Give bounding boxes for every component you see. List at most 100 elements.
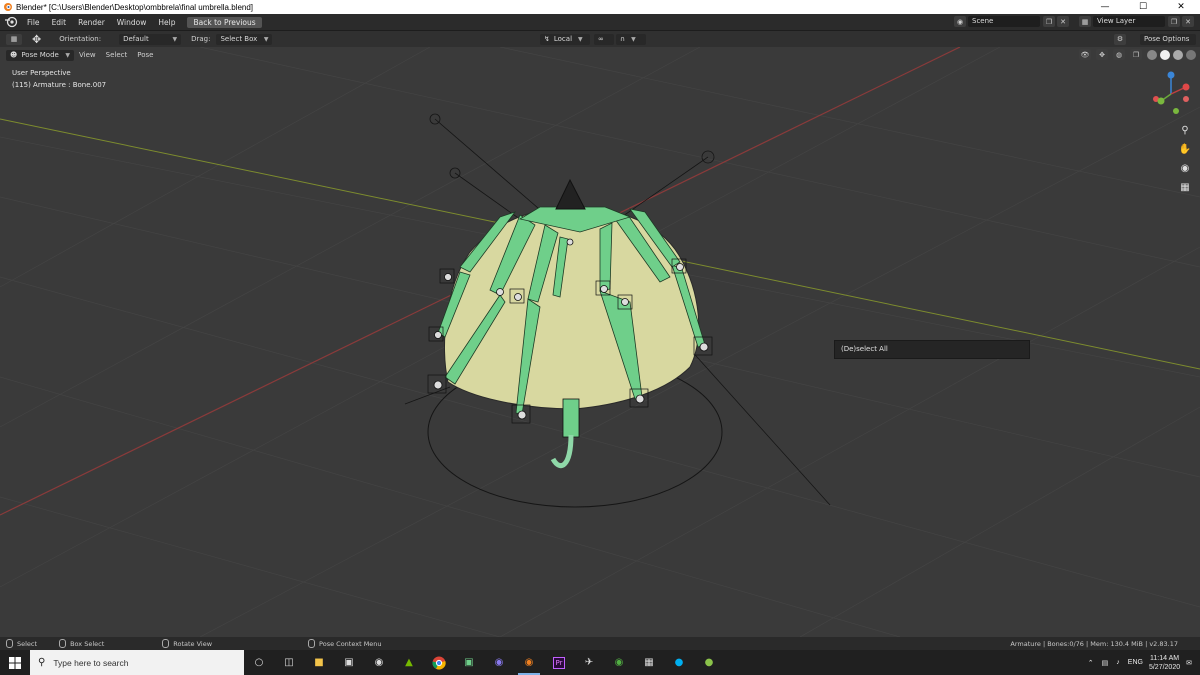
blender-logo-icon[interactable] <box>4 16 18 28</box>
volume-icon[interactable]: ♪ <box>1116 659 1120 666</box>
overlay-icon[interactable]: ◍ <box>1113 49 1125 60</box>
notification-icon[interactable]: ✉ <box>1186 659 1192 667</box>
menu-window[interactable]: Window <box>111 18 153 27</box>
new-view-layer-icon[interactable]: ❐ <box>1168 16 1180 27</box>
solid-shading-icon[interactable] <box>1160 49 1170 60</box>
taskbar-search-box[interactable]: ⚲ Type here to search <box>30 650 244 675</box>
proportional-dropdown[interactable]: ∩ ▼ <box>616 33 646 45</box>
orientation-value: Default <box>123 34 149 43</box>
app-icon[interactable]: ▣ <box>454 650 484 675</box>
editor-type-icon[interactable]: ▦ <box>6 33 22 45</box>
blender-icon[interactable]: ◉ <box>514 650 544 675</box>
mouse-middle-icon <box>162 639 170 648</box>
app-icon-2[interactable]: ◉ <box>484 650 514 675</box>
skype-icon[interactable]: ● <box>664 650 694 675</box>
chrome-icon[interactable] <box>424 650 454 675</box>
gizmo-icon[interactable]: ✥ <box>1096 49 1108 60</box>
blender-app-icon <box>4 3 12 11</box>
chevron-up-icon[interactable]: ⌃ <box>1088 659 1094 667</box>
close-icon[interactable]: ✕ <box>1162 0 1200 14</box>
new-scene-icon[interactable]: ❐ <box>1043 16 1055 27</box>
pivot-icon: ↯ <box>544 34 550 43</box>
menu-view[interactable]: View <box>79 51 96 59</box>
umbrella-tip <box>555 178 586 210</box>
drag-value: Select Box <box>220 34 258 43</box>
mouse-left-icon <box>6 639 13 648</box>
nvidia-icon[interactable]: ▲ <box>394 650 424 675</box>
status-bar: Select Box Select Rotate View Pose Conte… <box>0 637 1200 650</box>
view-layer-field[interactable]: View Layer <box>1093 16 1165 27</box>
status-item-select: Select <box>6 639 37 648</box>
visibility-icon[interactable]: 👁 <box>1079 49 1091 60</box>
task-view-icon[interactable]: ◫ <box>274 650 304 675</box>
calculator-icon[interactable]: ▦ <box>634 650 664 675</box>
active-object-label: (115) Armature : Bone.007 <box>12 81 107 89</box>
start-button[interactable] <box>0 650 30 675</box>
orientation-dropdown[interactable]: Default ▼ <box>119 33 182 45</box>
top-menu-bar: File Edit Render Window Help Back to Pre… <box>0 14 1200 30</box>
menu-pose[interactable]: Pose <box>137 51 153 59</box>
chevron-down-icon: ▼ <box>263 35 269 43</box>
premiere-icon[interactable]: Pr <box>544 650 574 675</box>
material-shading-icon[interactable] <box>1173 49 1183 60</box>
status-label: Pose Context Menu <box>319 639 382 648</box>
pose-options-label: Pose Options <box>1144 34 1190 43</box>
drag-label: Drag: <box>191 35 211 43</box>
menu-select[interactable]: Select <box>106 51 128 59</box>
scene-stats: Armature | Bones:0/76 | Mem: 130.4 MiB |… <box>1010 639 1178 648</box>
mode-value: Pose Mode <box>21 50 59 59</box>
pan-hand-icon[interactable]: ✋ <box>1178 142 1192 156</box>
xbox-icon[interactable]: ◉ <box>604 650 634 675</box>
pose-options-dropdown[interactable]: Pose Options <box>1140 33 1196 45</box>
maximize-icon[interactable]: ☐ <box>1124 0 1162 14</box>
status-item-context: Pose Context Menu <box>308 639 382 648</box>
view-layer-icon[interactable]: ▦ <box>1079 16 1091 27</box>
mode-bar: ☻ Pose Mode ▼ View Select Pose <box>0 47 1200 63</box>
deselect-all-popup[interactable]: (De)select All <box>834 340 1030 359</box>
window-title: Blender* [C:\Users\Blender\Desktop\ombbr… <box>16 2 254 12</box>
grid-view-icon[interactable]: ▦ <box>1178 180 1192 194</box>
search-icon: ⚲ <box>38 657 46 668</box>
menu-render[interactable]: Render <box>72 18 111 27</box>
language-indicator[interactable]: ENG <box>1128 659 1143 666</box>
snap-icon: ∞ <box>598 34 604 43</box>
menu-file[interactable]: File <box>21 18 46 27</box>
windows-taskbar: ⚲ Type here to search ○ ◫ ■ ▣ ◉ ▲ ▣ ◉ ◉ … <box>0 650 1200 675</box>
chevron-down-icon: ▼ <box>172 35 178 43</box>
shading-bar: 👁 ✥ ◍ ❐ <box>1079 49 1196 60</box>
scene-field[interactable]: Scene <box>968 16 1040 27</box>
app-icon-3[interactable]: ● <box>694 650 724 675</box>
cortana-icon[interactable]: ○ <box>244 650 274 675</box>
wireframe-shading-icon[interactable] <box>1147 49 1157 60</box>
transform-gizmo-icon[interactable]: ✥ <box>32 33 41 46</box>
clock-time: 11:14 AM <box>1150 654 1180 662</box>
transform-pivot-dropdown[interactable]: ↯ Local ▼ <box>540 33 590 45</box>
navigation-gizmo[interactable] <box>1146 69 1196 119</box>
tool-settings-icon[interactable]: ⚙ <box>1114 33 1126 45</box>
3d-viewport[interactable]: ☻ Pose Mode ▼ View Select Pose 👁 ✥ ◍ ❐ Use… <box>0 47 1200 637</box>
file-explorer-icon[interactable]: ■ <box>304 650 334 675</box>
navigation-tools: ⚲ ✋ ◉ ▦ <box>1178 123 1192 194</box>
network-icon[interactable]: ▤ <box>1102 659 1109 667</box>
drag-dropdown[interactable]: Select Box ▼ <box>216 33 273 45</box>
store-icon[interactable]: ▣ <box>334 650 364 675</box>
clock[interactable]: 11:14 AM 5/27/2020 <box>1149 654 1180 672</box>
snap-dropdown[interactable]: ∞ <box>594 33 614 45</box>
back-to-previous-button[interactable]: Back to Previous <box>187 16 262 28</box>
game-icon[interactable]: ✈ <box>574 650 604 675</box>
delete-scene-icon[interactable]: ✕ <box>1057 16 1069 27</box>
menu-edit[interactable]: Edit <box>46 18 73 27</box>
zoom-icon[interactable]: ⚲ <box>1178 123 1192 137</box>
xray-icon[interactable]: ❐ <box>1130 49 1142 60</box>
camera-icon[interactable]: ◉ <box>1178 161 1192 175</box>
steam-icon[interactable]: ◉ <box>364 650 394 675</box>
chevron-down-icon: ▼ <box>631 35 636 43</box>
mouse-right-icon <box>308 639 316 648</box>
scene-icon[interactable]: ◉ <box>954 16 966 27</box>
minimize-icon[interactable]: — <box>1086 0 1124 14</box>
mode-dropdown[interactable]: ☻ Pose Mode ▼ <box>6 49 74 61</box>
pivot-value: Local <box>553 34 573 43</box>
delete-view-layer-icon[interactable]: ✕ <box>1182 16 1194 27</box>
menu-help[interactable]: Help <box>152 18 181 27</box>
rendered-shading-icon[interactable] <box>1186 49 1196 60</box>
